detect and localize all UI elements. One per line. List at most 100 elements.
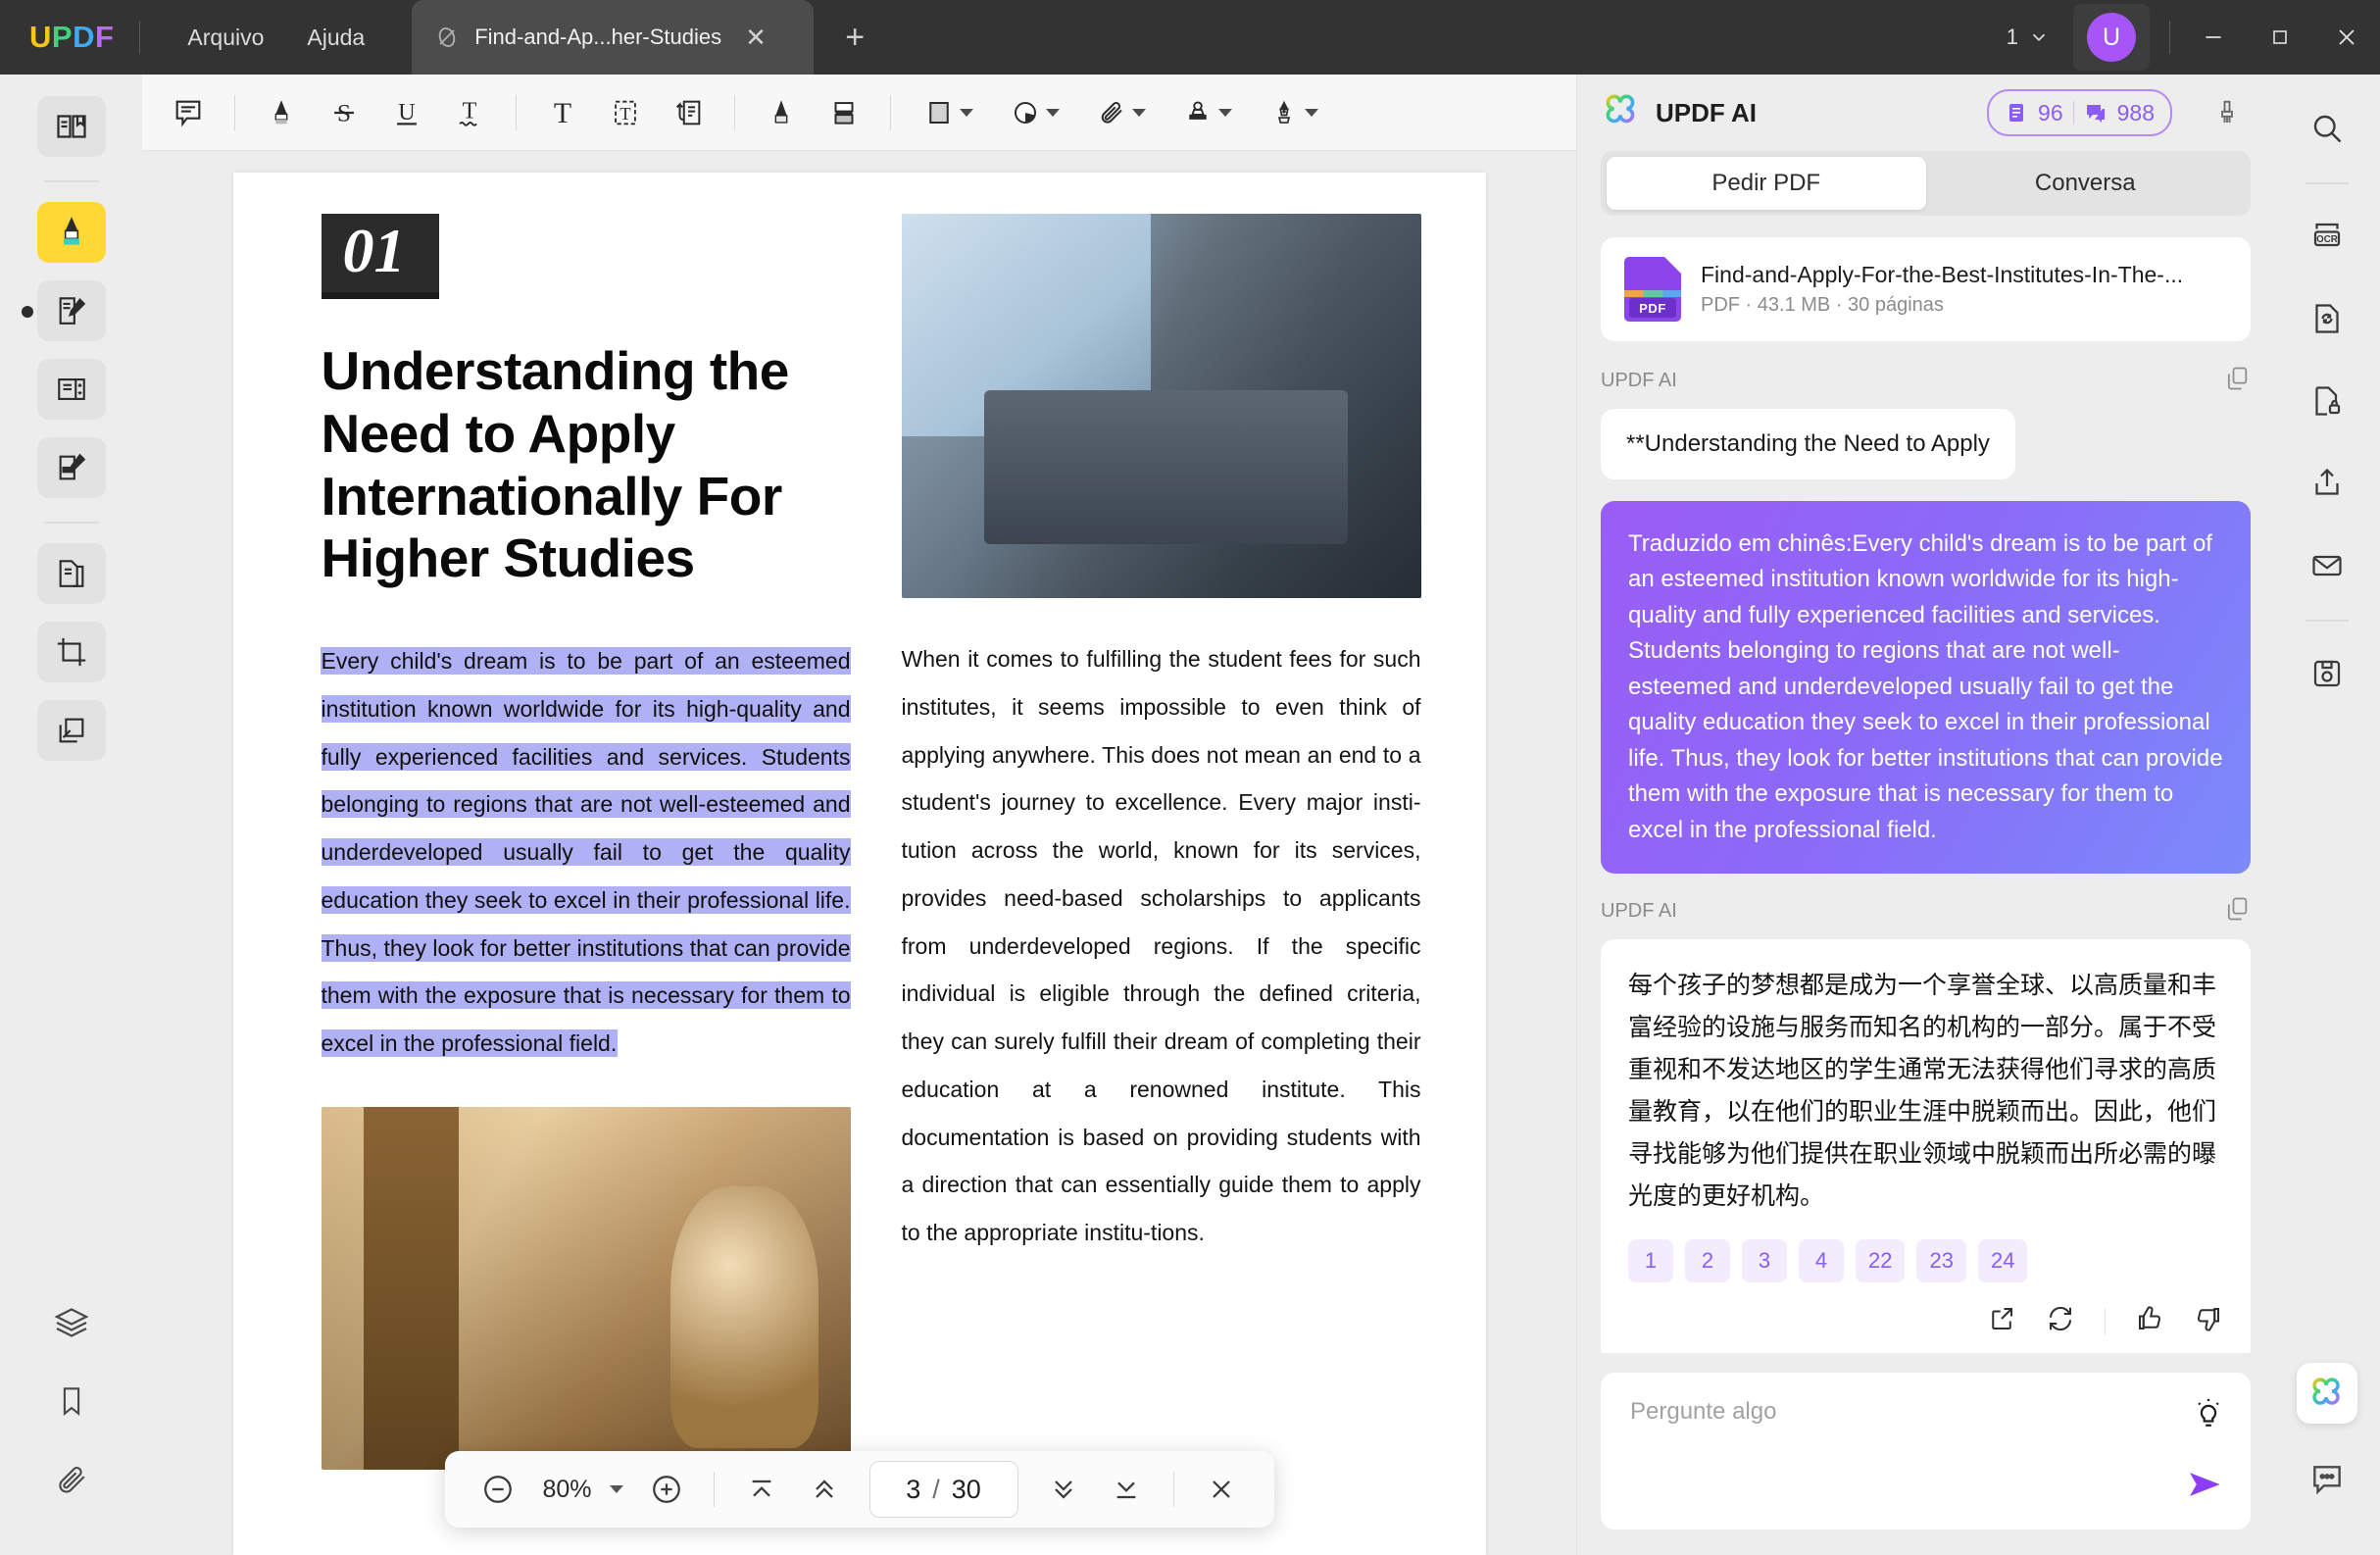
tab-conversa[interactable]: Conversa xyxy=(1926,157,2246,210)
zoom-in-button[interactable] xyxy=(639,1462,694,1517)
layers-icon xyxy=(54,1305,89,1340)
next-page-button[interactable] xyxy=(1036,1462,1091,1517)
page-ref-chip[interactable]: 23 xyxy=(1916,1239,1965,1282)
search-icon[interactable] xyxy=(2296,98,2358,159)
attached-file-card[interactable]: PDF Find-and-Apply-For-the-Best-Institut… xyxy=(1601,237,2251,341)
ask-input-placeholder[interactable]: Pergunte algo xyxy=(1630,1398,2221,1426)
maximize-button[interactable] xyxy=(2247,0,2313,75)
message-credits-icon xyxy=(2084,101,2107,125)
new-tab-button[interactable]: + xyxy=(835,17,874,58)
save-icon[interactable] xyxy=(2296,643,2358,704)
page-ref-chip[interactable]: 2 xyxy=(1685,1239,1730,1282)
ai-input-container[interactable]: Pergunte algo xyxy=(1601,1373,2251,1530)
sidebar-item-highlighter[interactable] xyxy=(37,202,106,263)
sidebar-item-edit-pdf[interactable] xyxy=(37,280,106,341)
share-icon[interactable] xyxy=(2296,453,2358,514)
previous-page-button[interactable] xyxy=(797,1462,852,1517)
page-ref-chip[interactable]: 3 xyxy=(1742,1239,1787,1282)
message-sender-label: UPDF AI xyxy=(1601,900,1677,923)
copy-icon[interactable] xyxy=(2223,365,2251,397)
brush-icon xyxy=(2212,98,2242,127)
ai-clear-chat-button[interactable] xyxy=(2202,98,2253,127)
tab-close-icon[interactable]: ✕ xyxy=(735,21,776,54)
sticky-shape-icon[interactable] xyxy=(993,83,1077,142)
zoom-level-value[interactable]: 80% xyxy=(532,1476,601,1504)
sidebar-item-crop[interactable] xyxy=(37,622,106,682)
window-count-selector[interactable]: 1 xyxy=(1993,25,2063,50)
export-icon[interactable] xyxy=(1987,1304,2016,1338)
answer-action-bar xyxy=(1628,1304,2223,1344)
sidebar-item-edit-text[interactable] xyxy=(37,437,106,498)
chevron-down-icon[interactable] xyxy=(1046,109,1060,117)
highlight-icon[interactable] xyxy=(251,83,312,142)
tab-pedir-pdf[interactable]: Pedir PDF xyxy=(1607,157,1926,210)
signature-icon[interactable] xyxy=(1252,83,1336,142)
regenerate-icon[interactable] xyxy=(2046,1304,2075,1338)
window-controls-divider xyxy=(2169,21,2170,54)
pencil-icon[interactable] xyxy=(751,83,812,142)
document-viewport[interactable]: 01 Understanding the Need to Apply Inter… xyxy=(142,151,1576,1555)
convert-icon[interactable] xyxy=(2296,288,2358,349)
chat-support-icon[interactable] xyxy=(2296,1449,2358,1510)
sidebar-item-organize-pages[interactable] xyxy=(37,543,106,604)
ocr-icon[interactable]: OCR xyxy=(2296,206,2358,267)
first-page-button[interactable] xyxy=(734,1462,789,1517)
ai-conversation-scroll[interactable]: Pedir PDF Conversa PDF Find-and-Apply-Fo… xyxy=(1577,151,2274,1353)
text-icon[interactable]: T xyxy=(532,83,593,142)
page-ref-chip[interactable]: 24 xyxy=(1978,1239,2027,1282)
strikethrough-icon[interactable]: S xyxy=(314,83,374,142)
account-button[interactable]: U xyxy=(2073,4,2150,71)
squiggly-underline-icon[interactable]: T xyxy=(439,83,500,142)
pagebar-divider-2 xyxy=(1173,1472,1174,1507)
thumbs-up-icon[interactable] xyxy=(2135,1304,2164,1338)
crop-icon xyxy=(55,635,88,669)
toolbar-divider-3 xyxy=(734,95,735,130)
sidebar-item-reader[interactable] xyxy=(37,96,106,157)
close-button[interactable] xyxy=(2313,0,2380,75)
chevron-down-icon[interactable] xyxy=(1218,109,1232,117)
ai-credits-badge[interactable]: 96 988 xyxy=(1987,89,2172,136)
page-indicator[interactable]: 3 / 30 xyxy=(869,1461,1018,1518)
copy-icon[interactable] xyxy=(2223,895,2251,928)
zoom-out-button[interactable] xyxy=(470,1462,524,1517)
email-icon[interactable] xyxy=(2296,535,2358,596)
logo-letter-p: P xyxy=(52,20,73,55)
lightbulb-icon[interactable] xyxy=(2192,1396,2225,1434)
page-ref-chip[interactable]: 22 xyxy=(1856,1239,1905,1282)
last-page-button[interactable] xyxy=(1099,1462,1154,1517)
sidebar-item-page-layout[interactable] xyxy=(37,359,106,420)
thumbs-down-icon[interactable] xyxy=(2194,1304,2223,1338)
logo-letter-f: F xyxy=(95,20,114,55)
typewriter-icon[interactable] xyxy=(658,83,719,142)
highlighted-paragraph[interactable]: Every child's dream is to be part of an … xyxy=(322,637,851,1068)
chevron-down-icon[interactable] xyxy=(960,109,973,117)
underline-icon[interactable]: U xyxy=(376,83,437,142)
stamp-icon[interactable] xyxy=(1165,83,1250,142)
sidebar-item-convert[interactable] xyxy=(37,700,106,761)
window-controls-group: 1 U xyxy=(1993,0,2380,75)
document-tab[interactable]: Find-and-Ap...her-Studies ✕ xyxy=(412,0,814,75)
comment-icon[interactable] xyxy=(158,83,219,142)
pdf-badge-label: PDF xyxy=(1629,298,1676,318)
menu-arquivo[interactable]: Arquivo xyxy=(166,17,285,59)
minimize-button[interactable] xyxy=(2180,0,2247,75)
zoom-dropdown-chevron-down-icon[interactable] xyxy=(610,1485,623,1493)
protect-icon[interactable] xyxy=(2296,371,2358,431)
chevron-down-icon[interactable] xyxy=(1132,109,1146,117)
attached-file-name: Find-and-Apply-For-the-Best-Institutes-I… xyxy=(1701,262,2183,288)
sidebar-item-attachments[interactable] xyxy=(37,1449,106,1510)
close-pagebar-button[interactable] xyxy=(1194,1462,1249,1517)
menu-ajuda[interactable]: Ajuda xyxy=(285,17,386,59)
text-box-icon[interactable]: T xyxy=(595,83,656,142)
page-ref-chip[interactable]: 4 xyxy=(1799,1239,1844,1282)
ai-assistant-icon[interactable] xyxy=(2297,1363,2357,1424)
sidebar-item-layers[interactable] xyxy=(37,1292,106,1353)
eraser-icon[interactable] xyxy=(814,83,874,142)
chevron-down-icon[interactable] xyxy=(1305,109,1318,117)
sidebar-item-bookmarks[interactable] xyxy=(37,1371,106,1431)
convert-icon xyxy=(55,714,88,747)
page-ref-chip[interactable]: 1 xyxy=(1628,1239,1673,1282)
send-button[interactable] xyxy=(2186,1468,2227,1506)
shape-rectangle-icon[interactable] xyxy=(907,83,991,142)
attachment-icon[interactable] xyxy=(1079,83,1164,142)
